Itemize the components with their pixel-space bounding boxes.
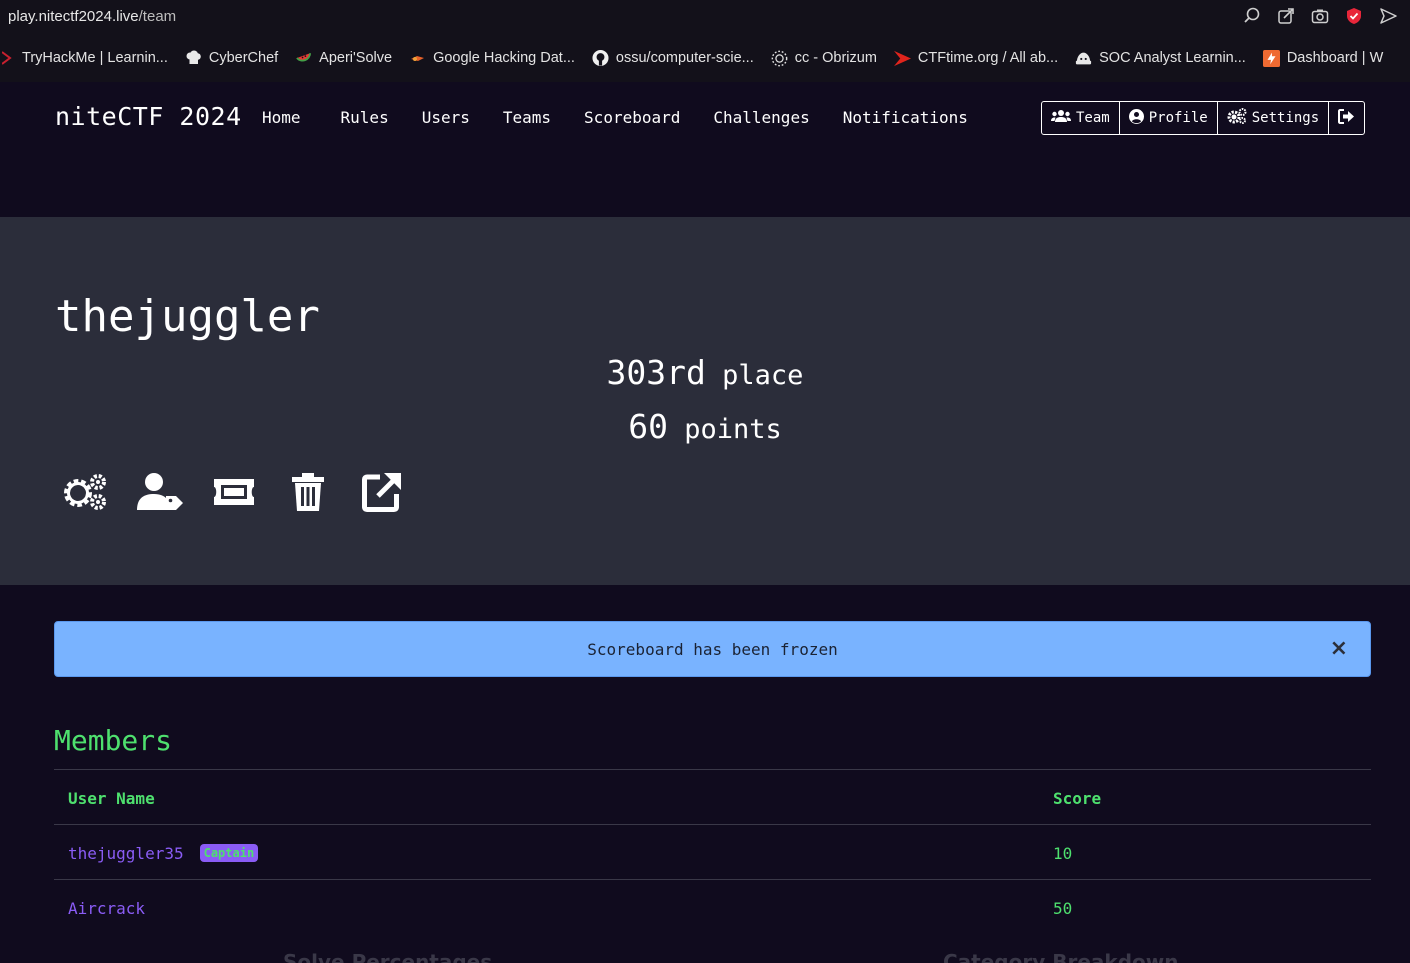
bookmark-label: Google Hacking Dat... (433, 50, 575, 66)
member-cell: Aircrack (68, 899, 145, 918)
ctftime-icon (893, 50, 911, 67)
team-points: 60 points (0, 407, 1410, 446)
logout-icon (1338, 108, 1355, 128)
bookmark-aperisolve[interactable]: Aperi'Solve (295, 50, 392, 67)
bookmark-label: Dashboard | W (1286, 50, 1384, 66)
team-button-label: Team (1076, 110, 1110, 126)
nav-teams[interactable]: Teams (503, 108, 551, 127)
account-button-group: Team Profile Settings (1041, 101, 1366, 135)
bookmark-label: ossu/computer-scie... (615, 50, 754, 66)
column-header-score: Score (1053, 789, 1102, 808)
team-button[interactable]: Team (1042, 102, 1120, 134)
users-icon (1051, 109, 1071, 127)
chef-hat-icon (185, 50, 202, 67)
profile-button[interactable]: Profile (1120, 102, 1218, 134)
user-circle-icon (1128, 108, 1144, 128)
team-header: thejuggler 303rd place 60 points (0, 217, 1410, 585)
nav-users[interactable]: Users (422, 108, 470, 127)
logout-button[interactable] (1329, 102, 1364, 134)
settings-button[interactable]: Settings (1218, 102, 1330, 134)
bookmark-label: TryHackMe | Learnin... (22, 50, 168, 66)
solve-percentages-heading: Solve Percentages (283, 950, 493, 963)
zoom-icon[interactable] (1242, 6, 1262, 26)
settings-icon[interactable] (62, 471, 110, 513)
member-score: 50 (1053, 899, 1073, 918)
nav-rules[interactable]: Rules (341, 108, 389, 127)
members-table: User Name Score thejuggler35 Captain 10 A… (54, 769, 1371, 934)
alert-message: Scoreboard has been frozen (587, 640, 838, 659)
close-icon[interactable]: × (1330, 636, 1348, 661)
bookmark-label: cc - Obrizum (794, 50, 877, 66)
member-link[interactable]: Aircrack (68, 899, 145, 918)
table-row: Aircrack 50 (54, 879, 1371, 934)
share-icon[interactable] (1276, 6, 1296, 26)
profile-button-label: Profile (1148, 110, 1208, 126)
watermelon-icon (295, 50, 312, 67)
table-row: thejuggler35 Captain 10 (54, 824, 1371, 879)
trash-icon[interactable] (284, 471, 332, 513)
cogs-icon (1227, 108, 1247, 128)
points-number: 60 (628, 407, 668, 446)
bookmark-obrizum[interactable]: cc - Obrizum (771, 50, 877, 67)
nav-challenges[interactable]: Challenges (713, 108, 809, 127)
bookmark-soc[interactable]: SOC Analyst Learnin... (1075, 50, 1246, 67)
bookmark-label: CTFtime.org / All ab... (917, 50, 1059, 66)
team-name: thejuggler (55, 291, 320, 342)
team-actions (62, 471, 406, 513)
shield-icon[interactable] (1344, 6, 1364, 26)
nav-notifications[interactable]: Notifications (843, 108, 968, 127)
bookmark-dashboard[interactable]: Dashboard | W (1262, 49, 1384, 67)
exploit-db-icon (409, 50, 426, 67)
member-link[interactable]: thejuggler35 (68, 844, 184, 863)
github-icon (592, 49, 609, 67)
member-cell: thejuggler35 Captain (68, 844, 259, 863)
bookmark-label: CyberChef (208, 50, 279, 66)
member-score: 10 (1053, 844, 1073, 863)
members-heading: Members (54, 724, 173, 757)
obrizum-icon (771, 50, 788, 67)
bookmark-label: SOC Analyst Learnin... (1099, 50, 1246, 66)
settings-button-label: Settings (1251, 110, 1320, 126)
dashboard-icon (1262, 49, 1280, 67)
nav-scoreboard[interactable]: Scoreboard (584, 108, 680, 127)
url-text[interactable]: play.nitectf2024.live/team (8, 8, 176, 25)
captain-badge: Captain (199, 844, 259, 862)
browser-toolbar-icons (1242, 6, 1398, 26)
brand-logo[interactable]: niteCTF 2024 (55, 102, 242, 131)
points-label: points (684, 414, 782, 445)
bookmark-cyberchef[interactable]: CyberChef (185, 50, 278, 67)
site-navbar: niteCTF 2024 Home Rules Users Teams Scor… (0, 82, 1410, 217)
screenshot-icon[interactable] (1310, 6, 1330, 26)
place-number: 303rd (606, 353, 706, 392)
bookmarks-bar: TryHackMe | Learnin... CyberChef Aperi'S… (0, 34, 1410, 82)
nav-home[interactable]: Home (262, 108, 301, 127)
url-host: play.nitectf2024.live (8, 8, 139, 25)
ticket-icon[interactable] (210, 471, 258, 513)
place-label: place (722, 360, 804, 391)
scoreboard-frozen-alert: Scoreboard has been frozen × (54, 621, 1371, 677)
bookmark-tryhackme[interactable]: TryHackMe | Learnin... (0, 50, 168, 67)
user-tag-icon[interactable] (136, 471, 184, 513)
browser-urlbar: play.nitectf2024.live/team (0, 0, 1410, 34)
table-header-row: User Name Score (54, 769, 1371, 824)
soc-icon (1075, 50, 1092, 67)
bookmark-ossu[interactable]: ossu/computer-scie... (592, 49, 754, 67)
send-icon[interactable] (1378, 6, 1398, 26)
column-header-user: User Name (68, 789, 155, 808)
external-link-icon[interactable] (358, 471, 406, 513)
team-place: 303rd place (0, 353, 1410, 392)
bookmark-google-hacking[interactable]: Google Hacking Dat... (409, 50, 575, 67)
url-path: /team (138, 8, 177, 25)
bookmark-label: Aperi'Solve (319, 50, 393, 66)
nav-links: Home Rules Users Teams Scoreboard Challe… (262, 108, 1001, 127)
category-breakdown-heading: Category Breakdown (943, 950, 1179, 963)
tryhackme-icon (0, 50, 15, 67)
bookmark-ctftime[interactable]: CTFtime.org / All ab... (893, 50, 1059, 67)
